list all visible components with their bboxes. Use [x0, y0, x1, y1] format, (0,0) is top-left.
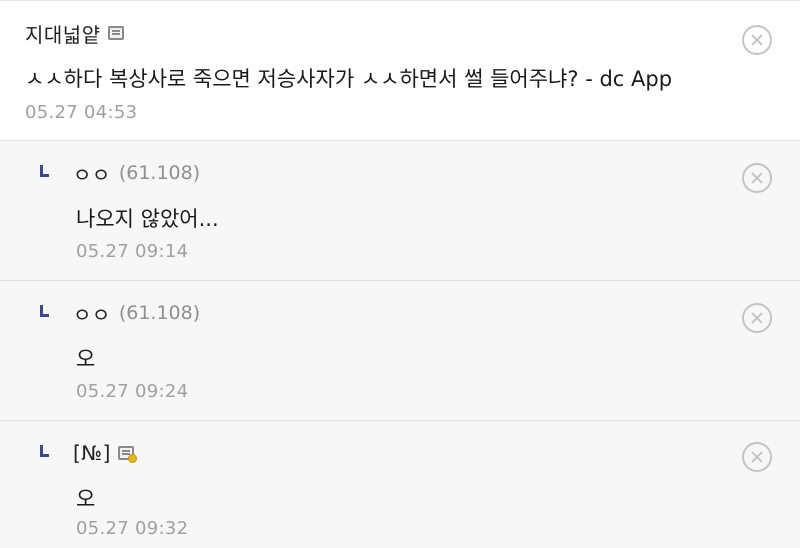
- delete-reply-button[interactable]: [742, 442, 772, 472]
- comment-item: 지대넓얕 ㅅㅅ하다 복상사로 죽으면 저승사자가 ㅅㅅ하면서 썰 들어주냐? -…: [0, 1, 800, 141]
- comment-text: ㅅㅅ하다 복상사로 죽으면 저승사자가 ㅅㅅ하면서 썰 들어주냐? - dc A…: [25, 67, 673, 91]
- reply-item: ㅇㅇ (61.108) 나오지 않았어... 05.27 09:14: [0, 141, 800, 281]
- reply-header: ㅇㅇ (61.108): [40, 158, 200, 188]
- reply-arrow-icon: [40, 165, 49, 177]
- reply-timestamp: 05.27 09:32: [76, 518, 189, 539]
- reply-arrow-icon: [40, 305, 49, 317]
- delete-reply-button[interactable]: [742, 163, 772, 193]
- memo-icon: [117, 446, 137, 463]
- reply-item: [№] 오 05.27 09:32: [0, 421, 800, 548]
- comment-header: 지대넓얕: [25, 18, 124, 48]
- reply-header: [№]: [40, 438, 137, 468]
- reply-text: 오: [76, 347, 96, 371]
- reply-timestamp: 05.27 09:14: [76, 241, 189, 262]
- reply-ip: (61.108): [118, 302, 201, 324]
- reply-text: 나오지 않았어...: [76, 207, 219, 231]
- reply-nickname[interactable]: [№]: [73, 441, 111, 465]
- comment-thread: 지대넓얕 ㅅㅅ하다 복상사로 죽으면 저승사자가 ㅅㅅ하면서 썰 들어주냐? -…: [0, 0, 800, 548]
- reply-item: ㅇㅇ (61.108) 오 05.27 09:24: [0, 281, 800, 421]
- reply-header: ㅇㅇ (61.108): [40, 298, 200, 328]
- comment-timestamp: 05.27 04:53: [25, 102, 138, 123]
- delete-reply-button[interactable]: [742, 303, 772, 333]
- reply-nickname[interactable]: ㅇㅇ: [73, 159, 111, 188]
- delete-comment-button[interactable]: [742, 25, 772, 55]
- comment-nickname[interactable]: 지대넓얕: [25, 19, 101, 48]
- reply-ip: (61.108): [118, 162, 201, 184]
- memo-icon: [107, 26, 124, 40]
- reply-text: 오: [76, 487, 96, 511]
- reply-arrow-icon: [40, 445, 49, 457]
- reply-timestamp: 05.27 09:24: [76, 381, 189, 402]
- reply-nickname[interactable]: ㅇㅇ: [73, 299, 111, 328]
